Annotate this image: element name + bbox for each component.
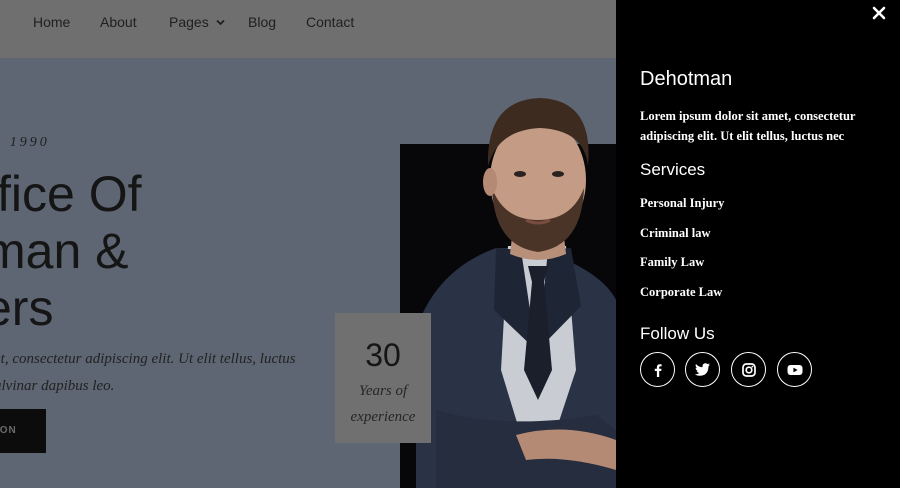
experience-label-line-1: Years of: [358, 383, 408, 399]
hero-title-line-1: ffice Of: [0, 166, 142, 222]
service-link-family-law[interactable]: Family Law: [640, 255, 704, 270]
close-icon[interactable]: [872, 6, 886, 20]
nav-about[interactable]: About: [100, 14, 137, 30]
services-heading: Services: [640, 160, 706, 179]
service-link-corporate-law[interactable]: Corporate Law: [640, 285, 722, 300]
hero-title-line-2: man &: [0, 223, 129, 279]
experience-badge: 30 Years of experience: [335, 313, 431, 443]
hero-description: et, consectetur adipiscing elit. Ut elit…: [0, 351, 296, 394]
instagram-button[interactable]: [731, 352, 766, 387]
nav-blog[interactable]: Blog: [248, 14, 276, 30]
facebook-icon: [654, 363, 662, 377]
hero-title-line-3: ers: [0, 280, 54, 336]
experience-years-number: 30: [365, 337, 401, 373]
hero-title: ffice Of man & ers: [0, 166, 141, 337]
consultation-button[interactable]: ION: [0, 409, 46, 453]
lawyer-portrait-image: [416, 98, 616, 488]
follow-us-heading: Follow Us: [640, 324, 715, 343]
nav-pages-label: Pages: [169, 14, 209, 30]
brand-title: Dehotman: [640, 68, 733, 90]
nav-pages[interactable]: Pages: [169, 14, 225, 30]
twitter-button[interactable]: [685, 352, 720, 387]
top-navigation: Home About Pages Blog Contact: [0, 0, 616, 58]
service-link-personal-injury[interactable]: Personal Injury: [640, 196, 724, 211]
instagram-icon: [741, 362, 756, 377]
chevron-down-icon: [215, 19, 225, 26]
youtube-icon: [787, 364, 802, 375]
offcanvas-sidebar: Dehotman Lorem ipsum dolor sit amet, con…: [616, 0, 900, 488]
twitter-icon: [695, 363, 710, 376]
youtube-button[interactable]: [777, 352, 812, 387]
intro-text: Lorem ipsum dolor sit amet, consectetur …: [640, 109, 856, 143]
facebook-button[interactable]: [640, 352, 675, 387]
experience-label-line-2: experience: [350, 409, 416, 425]
nav-contact[interactable]: Contact: [306, 14, 354, 30]
service-link-criminal-law[interactable]: Criminal law: [640, 226, 710, 241]
nav-home[interactable]: Home: [33, 14, 70, 30]
since-year: e 1990: [0, 135, 50, 150]
